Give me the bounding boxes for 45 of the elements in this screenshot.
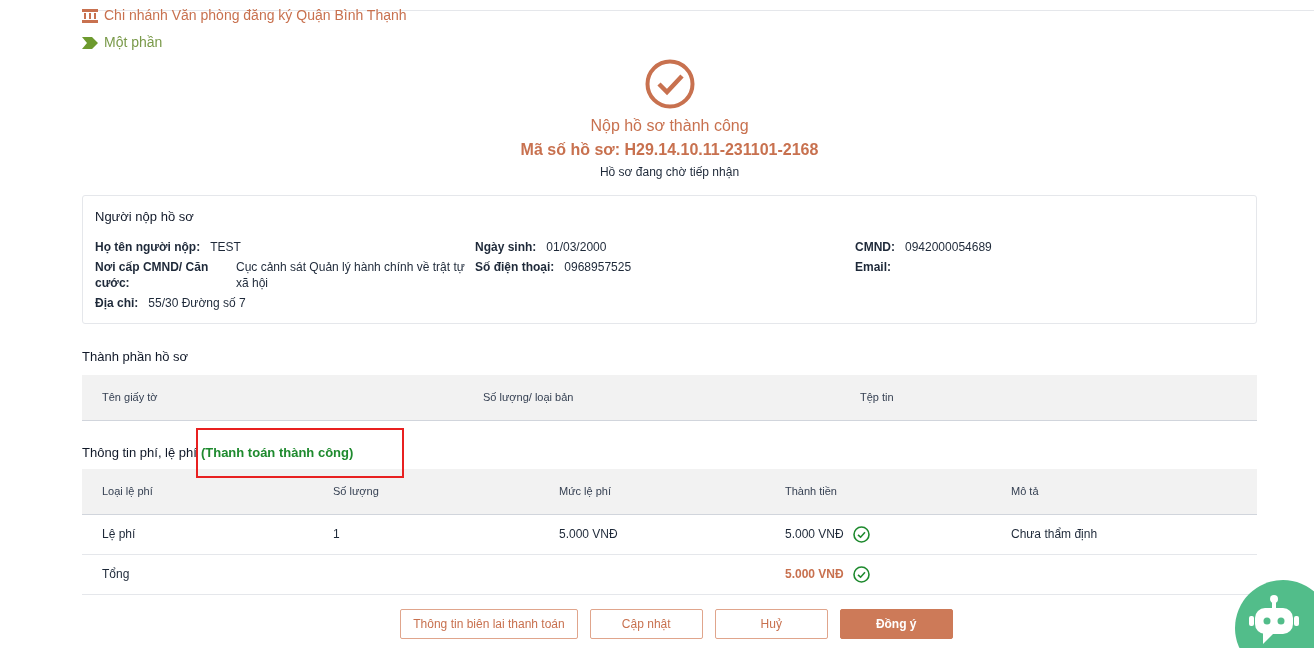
field-value: TEST <box>210 238 242 255</box>
robot-icon <box>1249 594 1299 646</box>
section-title: Thông tin phí, lệ phí <box>82 443 197 462</box>
table-cell-text: 1 <box>333 526 340 543</box>
building-icon <box>82 8 98 23</box>
column-header: Số lượng <box>333 483 380 499</box>
action-button[interactable]: Thông tin biên lai thanh toán <box>400 608 578 639</box>
field-value: 0968957525 <box>564 258 633 275</box>
field-label: Số điện thoại: <box>475 258 555 275</box>
office-name: Chi nhánh Văn phòng đăng ký Quận Bình Thạnh <box>104 6 407 25</box>
table-cell-text: Tổng <box>102 566 130 583</box>
action-button[interactable]: Cập nhật <box>589 608 703 639</box>
check-circle-icon <box>644 59 695 109</box>
field-label: Địa chỉ: <box>95 294 139 311</box>
column-header: Tên giấy tờ <box>102 389 159 405</box>
column-header: Thành tiền <box>785 483 838 499</box>
column-header: Loại lệ phí <box>102 483 154 499</box>
field-value: Cục cảnh sát Quản lý hành chính về trật tự xã hội <box>236 258 466 291</box>
success-title: Nộp hồ sơ thành công <box>590 116 749 136</box>
file-code: Mã số hồ sơ: H29.14.10.11-231101-2168 <box>520 140 819 160</box>
status-subtitle: Hồ sơ đang chờ tiếp nhận <box>599 164 740 181</box>
table-cell-text: 5.000 VNĐ <box>559 526 618 543</box>
field-label: Ngày sinh: <box>475 238 537 255</box>
table-cell-text: Chưa thẩm định <box>1011 526 1098 543</box>
table-cell-text: Lệ phí <box>102 526 136 543</box>
action-button[interactable]: Đồng ý <box>839 608 953 639</box>
field-label: CMND: <box>855 238 895 255</box>
action-button[interactable]: Huỷ <box>714 608 828 639</box>
field-label: Email: <box>855 258 891 275</box>
column-header: Số lượng/ loại bản <box>483 389 575 405</box>
payment-status: (Thanh toán thành công) <box>200 443 354 462</box>
field-value: 01/03/2000 <box>546 238 608 255</box>
column-header: Mô tả <box>1011 483 1040 499</box>
table-cell-text: 5.000 VNĐ <box>785 566 844 583</box>
field-label: Họ tên người nộp: <box>95 238 201 255</box>
chevron-tag-icon <box>82 36 98 49</box>
column-header: Tệp tin <box>860 389 895 405</box>
section-title: Người nộp hồ sơ <box>95 208 195 226</box>
section-title: Thành phần hồ sơ <box>82 348 190 366</box>
status-text: Một phần <box>104 33 163 52</box>
field-value: 0942000054689 <box>905 238 993 255</box>
table-cell-text: 5.000 VNĐ <box>785 526 844 543</box>
column-header: Mức lệ phí <box>559 483 612 499</box>
field-value: 55/30 Đường số 7 <box>148 294 247 311</box>
field-label: Nơi cấp CMND/ Căn cước: <box>95 258 210 291</box>
